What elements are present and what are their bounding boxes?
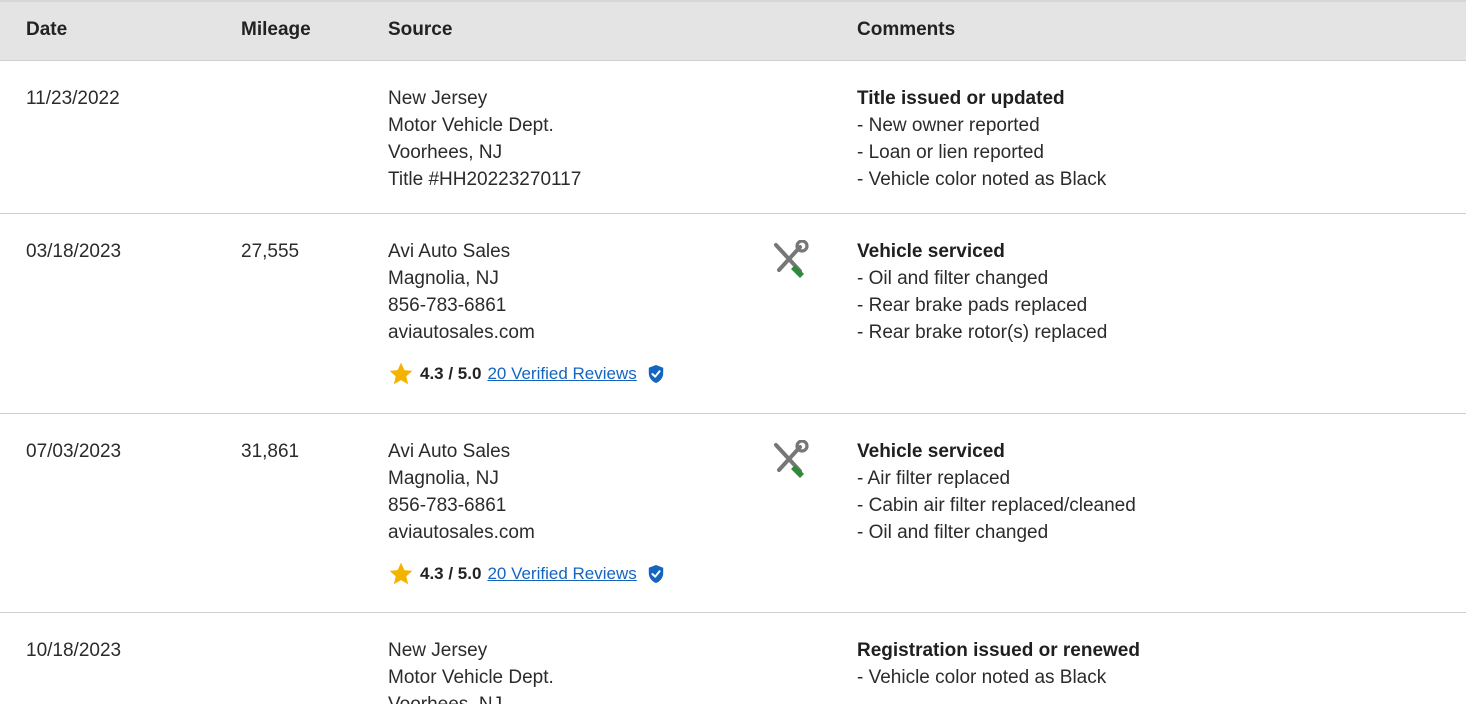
row-mileage: 31,861	[241, 441, 300, 462]
table-row: 03/18/2023 27,555 Avi Auto Sales Magnoli…	[0, 214, 1466, 414]
vehicle-history-table: Date Mileage Source Comments 11/23/2022 …	[0, 0, 1466, 704]
source-line: Title #HH20223270117	[388, 169, 582, 190]
comment-item: - Loan or lien reported	[857, 142, 1044, 163]
comment-item: - Vehicle color noted as Black	[857, 169, 1107, 190]
comment-item: - Cabin air filter replaced/cleaned	[857, 495, 1136, 516]
table-row: 11/23/2022 New Jersey Motor Vehicle Dept…	[0, 61, 1466, 214]
row-date: 07/03/2023	[26, 441, 122, 462]
row-comments: Vehicle serviced - Air filter replaced -…	[857, 438, 1136, 546]
comment-title: Vehicle serviced	[857, 241, 1005, 262]
star-icon	[389, 562, 413, 584]
comment-item: - Oil and filter changed	[857, 268, 1049, 289]
source-line: Motor Vehicle Dept.	[388, 115, 554, 136]
source-line: Motor Vehicle Dept.	[388, 667, 554, 688]
source-line: Avi Auto Sales	[388, 241, 511, 262]
rating-value: 4.3 / 5.0	[420, 364, 482, 383]
source-line: New Jersey	[388, 88, 488, 109]
source-line: New Jersey	[388, 640, 488, 661]
source-line: aviautosales.com	[388, 522, 535, 543]
rating-value: 4.3 / 5.0	[420, 564, 482, 583]
comment-item: - Air filter replaced	[857, 468, 1011, 489]
star-icon	[389, 362, 413, 384]
source-line: 856-783-6861	[388, 295, 507, 316]
header-source[interactable]: Source	[388, 19, 452, 41]
header-comments[interactable]: Comments	[857, 19, 955, 41]
service-wrench-icon	[770, 439, 810, 488]
row-comments: Registration issued or renewed - Vehicle…	[857, 637, 1140, 691]
header-date[interactable]: Date	[26, 19, 67, 41]
row-source: New Jersey Motor Vehicle Dept. Voorhees,…	[388, 637, 554, 704]
verified-reviews-link[interactable]: 20 Verified Reviews	[487, 360, 636, 387]
comment-title: Registration issued or renewed	[857, 640, 1140, 661]
table-row: 10/18/2023 New Jersey Motor Vehicle Dept…	[0, 613, 1466, 704]
verified-shield-icon	[648, 364, 663, 383]
row-comments: Vehicle serviced - Oil and filter change…	[857, 238, 1107, 346]
source-line: aviautosales.com	[388, 322, 535, 343]
review-summary: 4.3 / 5.0 20 Verified Reviews	[388, 560, 665, 587]
header-mileage[interactable]: Mileage	[241, 19, 311, 41]
review-summary: 4.3 / 5.0 20 Verified Reviews	[388, 360, 665, 387]
table-row: 07/03/2023 31,861 Avi Auto Sales Magnoli…	[0, 414, 1466, 613]
comment-title: Title issued or updated	[857, 88, 1065, 109]
comment-item: - New owner reported	[857, 115, 1040, 136]
source-line: 856-783-6861	[388, 495, 507, 516]
comment-item: - Rear brake pads replaced	[857, 295, 1088, 316]
row-source: Avi Auto Sales Magnolia, NJ 856-783-6861…	[388, 438, 665, 587]
comment-title: Vehicle serviced	[857, 441, 1005, 462]
source-line: Magnolia, NJ	[388, 268, 499, 289]
comment-item: - Oil and filter changed	[857, 522, 1049, 543]
source-line: Voorhees, NJ	[388, 691, 554, 704]
verified-reviews-link[interactable]: 20 Verified Reviews	[487, 560, 636, 587]
row-date: 03/18/2023	[26, 241, 122, 262]
verified-shield-icon	[648, 564, 663, 583]
row-date: 11/23/2022	[26, 88, 120, 109]
row-mileage: 27,555	[241, 241, 300, 262]
comment-item: - Rear brake rotor(s) replaced	[857, 322, 1108, 343]
row-date: 10/18/2023	[26, 640, 122, 661]
table-header: Date Mileage Source Comments	[0, 0, 1466, 61]
row-source: Avi Auto Sales Magnolia, NJ 856-783-6861…	[388, 238, 665, 387]
row-source: New Jersey Motor Vehicle Dept. Voorhees,…	[388, 85, 581, 193]
row-comments: Title issued or updated - New owner repo…	[857, 85, 1106, 193]
source-line: Magnolia, NJ	[388, 468, 499, 489]
service-wrench-icon	[770, 239, 810, 288]
source-line: Avi Auto Sales	[388, 441, 511, 462]
source-line: Voorhees, NJ	[388, 142, 503, 163]
comment-item: - Vehicle color noted as Black	[857, 667, 1107, 688]
